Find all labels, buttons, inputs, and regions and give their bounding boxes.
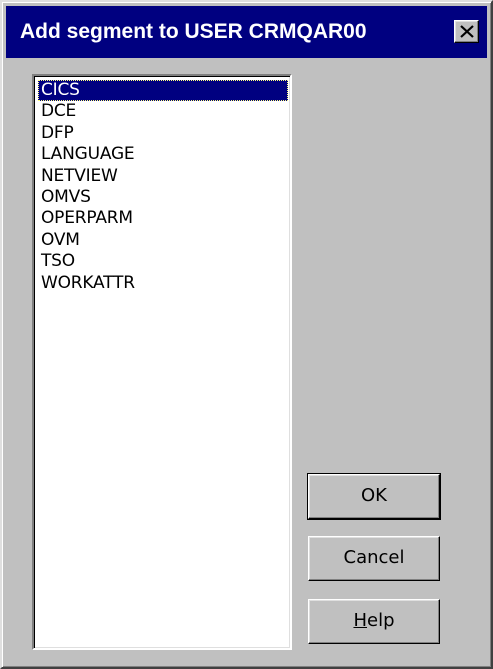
ok-button[interactable]: OK xyxy=(307,473,441,520)
close-icon xyxy=(460,25,474,38)
list-item-netview[interactable]: NETVIEW xyxy=(38,166,288,187)
title-bar[interactable]: Add segment to USER CRMQAR00 xyxy=(6,6,487,58)
help-button[interactable]: Help xyxy=(308,599,440,644)
help-mnemonic: H xyxy=(353,610,368,631)
list-item-ovm[interactable]: OVM xyxy=(38,230,288,251)
segment-listbox[interactable]: CICS DCE DFP LANGUAGE NETVIEW OMVS OPERP… xyxy=(32,74,292,650)
help-label: elp xyxy=(367,610,395,631)
list-item-language[interactable]: LANGUAGE xyxy=(38,144,288,165)
close-button[interactable] xyxy=(454,20,479,43)
cancel-button[interactable]: Cancel xyxy=(308,536,440,581)
list-item-operparm[interactable]: OPERPARM xyxy=(38,208,288,229)
list-item-dce[interactable]: DCE xyxy=(38,101,288,122)
window-title: Add segment to USER CRMQAR00 xyxy=(20,20,367,43)
list-item-workattr[interactable]: WORKATTR xyxy=(38,273,288,294)
list-item-omvs[interactable]: OMVS xyxy=(38,187,288,208)
list-item-cics[interactable]: CICS xyxy=(38,80,288,102)
list-item-dfp[interactable]: DFP xyxy=(38,123,288,144)
list-item-tso[interactable]: TSO xyxy=(38,251,288,272)
dialog-window: Add segment to USER CRMQAR00 CICS DCE DF… xyxy=(0,0,493,669)
